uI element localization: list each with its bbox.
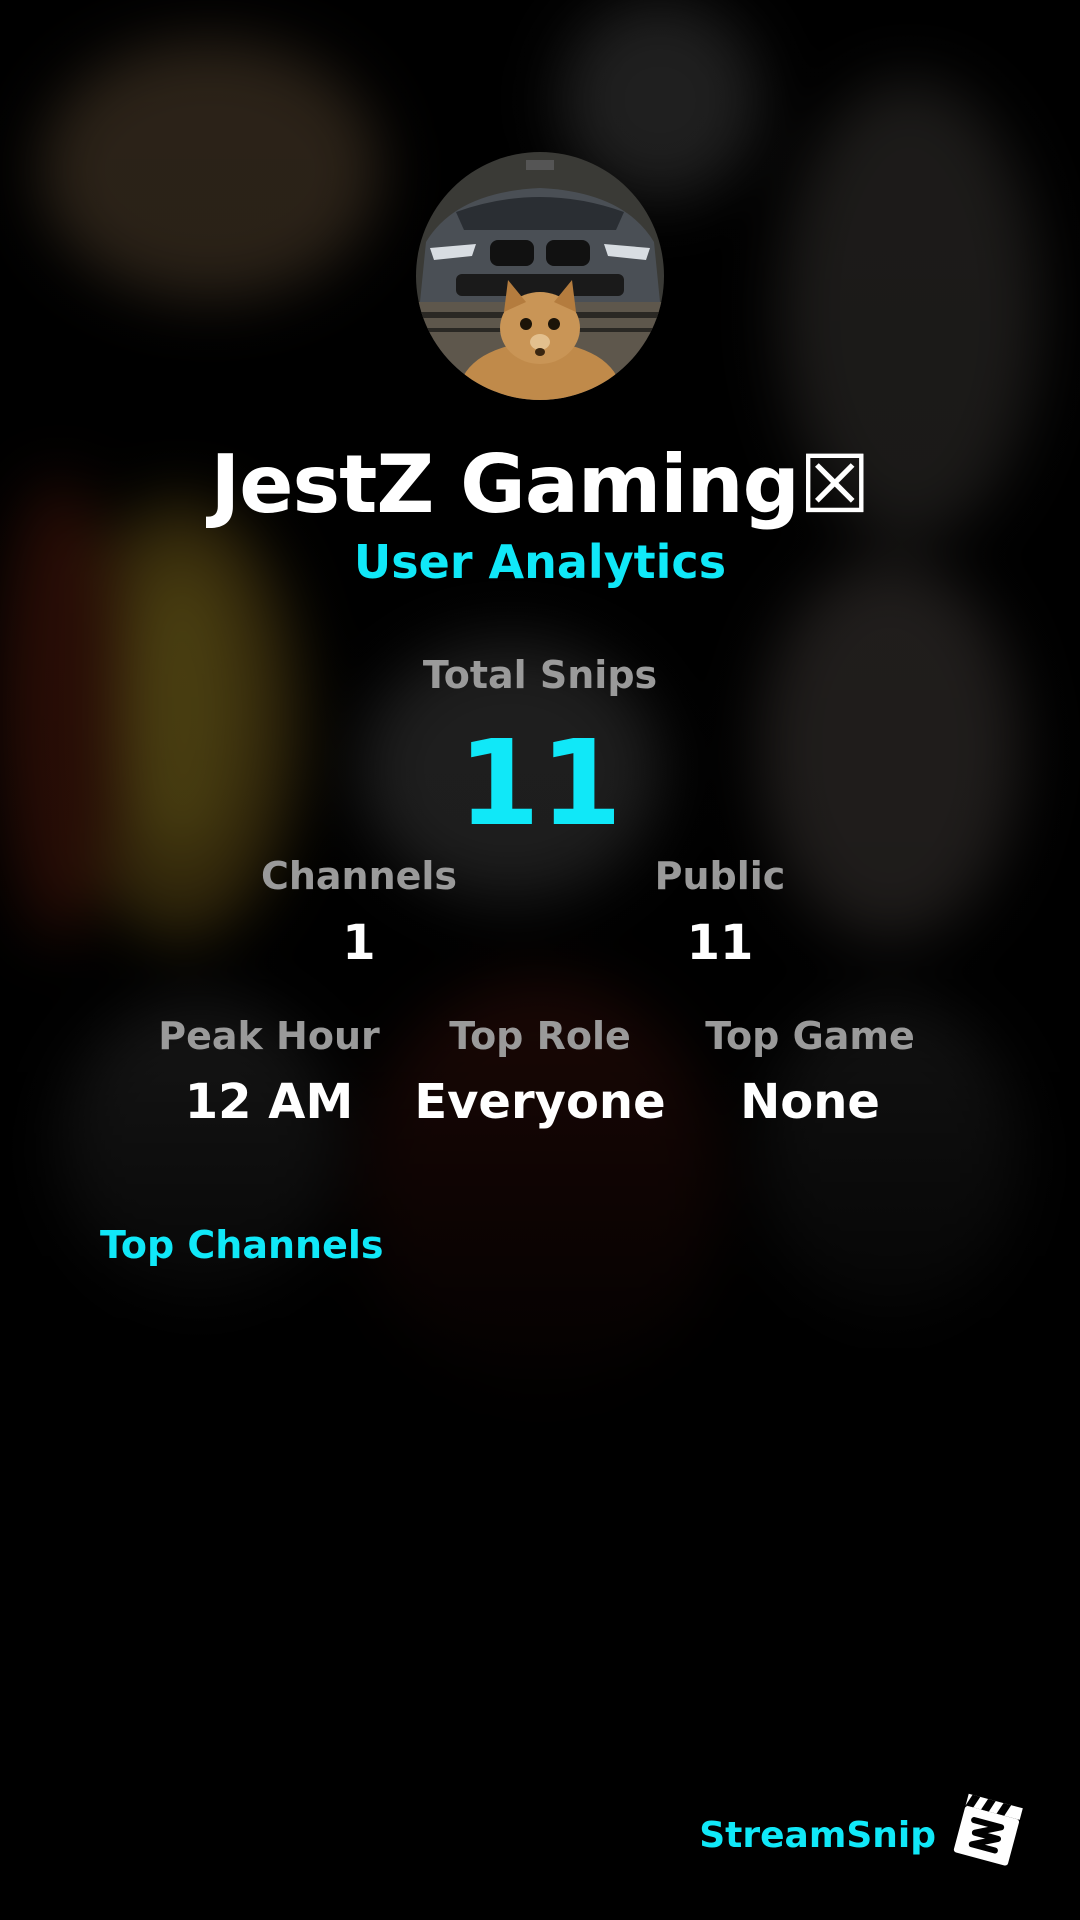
clapperboard-logo-icon bbox=[948, 1790, 1028, 1870]
total-snips-value: 11 bbox=[457, 714, 623, 852]
top-channels-heading: Top Channels bbox=[100, 1223, 384, 1267]
username-title: JestZ Gaming☒ bbox=[210, 438, 870, 531]
top-role-value: Everyone bbox=[414, 1074, 666, 1130]
total-snips-label: Total Snips bbox=[422, 653, 658, 697]
brand-name: StreamSnip bbox=[699, 1815, 936, 1856]
channels-value: 1 bbox=[342, 915, 376, 971]
avatar bbox=[416, 152, 664, 400]
top-game-value: None bbox=[740, 1074, 880, 1130]
top-game-label: Top Game bbox=[705, 1014, 915, 1058]
channels-label: Channels bbox=[260, 854, 458, 898]
top-role-label: Top Role bbox=[449, 1014, 631, 1058]
peak-hour-value: 12 AM bbox=[184, 1074, 354, 1130]
page-subtitle: User Analytics bbox=[353, 535, 727, 589]
peak-hour-label: Peak Hour bbox=[158, 1014, 380, 1058]
public-value: 11 bbox=[686, 915, 754, 971]
public-label: Public bbox=[654, 854, 786, 898]
